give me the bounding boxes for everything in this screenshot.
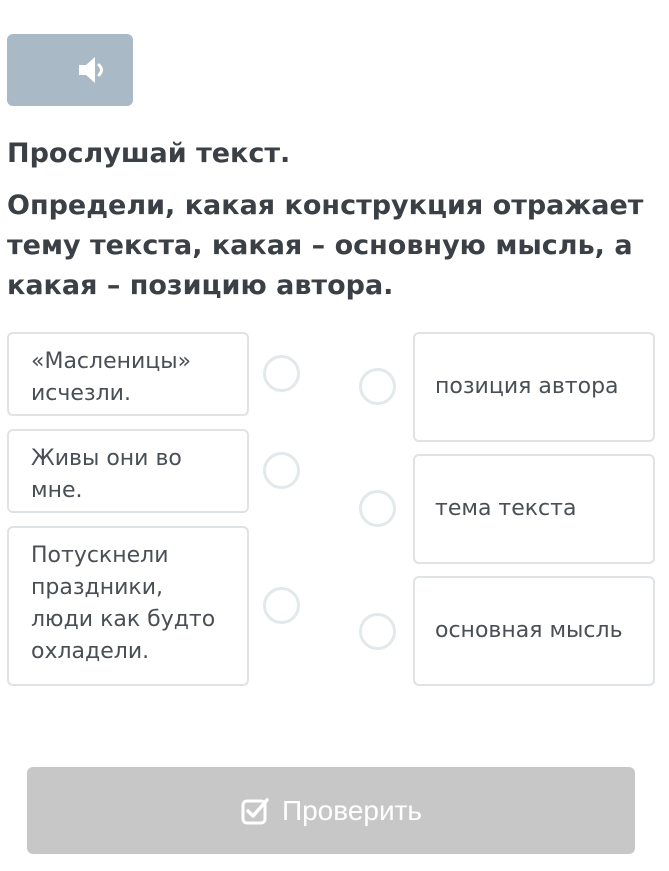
check-square-icon xyxy=(241,797,269,824)
right-item-text: позиция автора xyxy=(435,374,619,399)
left-item-text: Потускнели праздники, люди как будто охл… xyxy=(31,543,216,664)
left-item-1-radio[interactable] xyxy=(263,355,300,392)
right-item-2-radio[interactable] xyxy=(359,490,396,527)
left-item-3[interactable]: Потускнели праздники, люди как будто охл… xyxy=(7,526,249,686)
left-item-2[interactable]: Живы они во мне. xyxy=(7,429,249,513)
right-item-1[interactable]: позиция автора xyxy=(413,332,655,442)
instruction-question: Определи, какая конструкция отражает тем… xyxy=(7,190,644,301)
right-item-2[interactable]: тема текста xyxy=(413,454,655,564)
left-item-text: «Масленицы» исчезли. xyxy=(31,349,192,406)
right-item-3[interactable]: основная мысль xyxy=(413,576,655,686)
check-button-label: Проверить xyxy=(281,794,423,826)
left-item-3-radio[interactable] xyxy=(263,587,300,624)
right-item-1-radio[interactable] xyxy=(359,368,396,405)
check-button[interactable]: Проверить xyxy=(27,767,635,854)
left-item-text: Живы они во мне. xyxy=(31,446,182,503)
play-audio-button[interactable] xyxy=(7,34,133,106)
right-item-text: основная мысль xyxy=(435,618,623,643)
right-item-3-radio[interactable] xyxy=(359,613,396,650)
left-item-2-radio[interactable] xyxy=(263,452,300,489)
speaker-icon xyxy=(79,57,103,83)
right-item-text: тема текста xyxy=(435,496,577,521)
left-item-1[interactable]: «Масленицы» исчезли. xyxy=(7,332,249,416)
instruction-title: Прослушай текст. xyxy=(7,138,291,169)
